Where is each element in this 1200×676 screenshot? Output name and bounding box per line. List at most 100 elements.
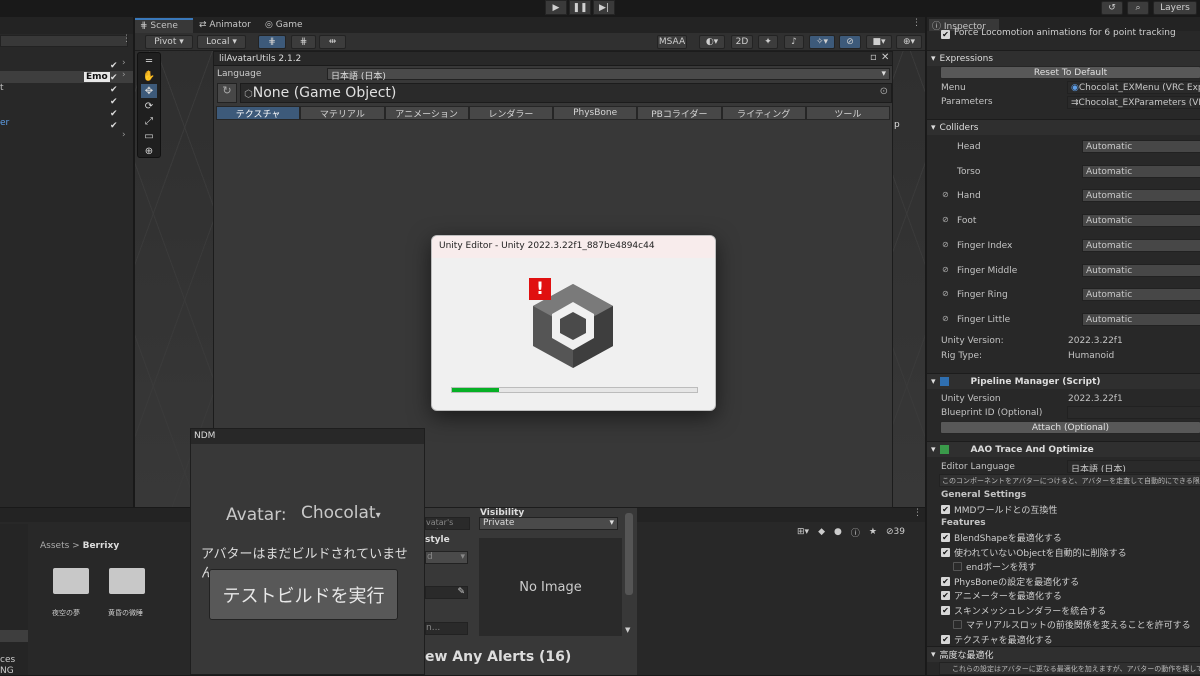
avatar-dropdown[interactable]: Chocolat▾	[301, 503, 389, 521]
feature-checkbox[interactable]: ✔	[941, 605, 950, 615]
label-icon[interactable]: ◆	[818, 527, 825, 537]
pivot-dropdown[interactable]: Pivot ▾	[145, 35, 193, 49]
style-dropdown[interactable]: d ▾	[425, 551, 468, 564]
msaa-button[interactable]: MSAA	[657, 35, 687, 49]
pencil-icon[interactable]: ✎	[457, 587, 465, 597]
scroll-down-icon[interactable]: ▼	[625, 626, 630, 634]
gizmos-dropdown[interactable]: ⊕▾	[896, 35, 922, 49]
avatar-put-field[interactable]: vatar's put	[425, 517, 470, 530]
feature-checkbox[interactable]: ✔	[941, 634, 950, 644]
lil-close-icon[interactable]: ✕	[881, 52, 889, 63]
pipeline-manager-header[interactable]: ▾ Pipeline Manager (Script)	[927, 373, 1200, 389]
tab-animator[interactable]: ⇄ Animator	[196, 18, 258, 33]
move-tool-icon[interactable]: ✥	[141, 84, 157, 98]
rect-tool-icon[interactable]: ▭	[141, 129, 157, 143]
star-icon[interactable]: ★	[869, 527, 877, 537]
tab-scene[interactable]: ⋕ Scene	[135, 18, 193, 33]
blueprint-id-field[interactable]	[1067, 406, 1200, 419]
increment-snap-button[interactable]: ⋕	[291, 35, 316, 49]
info-icon[interactable]: ⓘ	[851, 526, 860, 539]
visibility-check-icons[interactable]: ✔ ✔ ✔ ✔ ✔ ✔	[110, 60, 120, 132]
feature-checkbox[interactable]: ✔	[941, 576, 950, 586]
test-build-button[interactable]: テストビルドを実行	[209, 569, 398, 620]
mmd-checkbox[interactable]: ✔	[941, 505, 950, 514]
feature-checkbox[interactable]: ✔	[941, 533, 950, 542]
mode-2d-button[interactable]: 2D	[731, 35, 753, 49]
n-field[interactable]: n...	[425, 622, 468, 635]
collider-dropdown[interactable]: Automatic	[1082, 189, 1200, 203]
collider-dropdown[interactable]: Automatic	[1082, 140, 1200, 153]
transform-tool-icon[interactable]: ⊕	[141, 144, 157, 158]
collider-dropdown[interactable]: Automatic	[1082, 312, 1200, 326]
refresh-button[interactable]: ↻	[217, 83, 237, 103]
menu-field[interactable]: ◉Chocolat_EXMenu (VRC Expre	[1067, 81, 1200, 94]
audio-toggle[interactable]: ♪	[784, 35, 804, 49]
reset-to-default-button[interactable]: Reset To Default	[940, 66, 1200, 79]
feature-checkbox[interactable]: ✔	[941, 591, 950, 600]
object-picker-icon[interactable]: ⊙	[880, 86, 888, 97]
scene-more-icon[interactable]: ⋮	[912, 18, 921, 28]
hand-tool-icon[interactable]: ✋	[141, 69, 157, 83]
effects-dropdown[interactable]: ✧▾	[809, 35, 835, 49]
camera-dropdown[interactable]: ■▾	[866, 35, 892, 49]
force-locomotion-checkbox[interactable]: ✔	[941, 30, 950, 39]
game-object-field[interactable]: ⬡None (Game Object) ⊙	[240, 83, 892, 103]
draw-mode-dropdown[interactable]: ◐▾	[699, 35, 725, 49]
expand-arrows[interactable]: ⋮ › › ›	[122, 33, 131, 141]
collider-dropdown[interactable]: Automatic	[1082, 263, 1200, 277]
scene-icon[interactable]: ⊞▾	[797, 527, 809, 537]
collider-dropdown[interactable]: Automatic	[1082, 238, 1200, 252]
lil-tab-3[interactable]: レンダラー	[468, 106, 553, 120]
play-button[interactable]: ▶	[545, 0, 567, 15]
align-button[interactable]: ⇹	[319, 35, 346, 49]
rotate-tool-icon[interactable]: ⟳	[141, 99, 157, 113]
expressions-header[interactable]: ▾ Expressions	[927, 50, 1200, 66]
lil-tab-4[interactable]: PhysBone	[553, 106, 638, 120]
feature-checkbox[interactable]: ✔	[941, 547, 950, 557]
language-dropdown[interactable]: 日本語 (日本) ▾	[327, 68, 890, 82]
visibility-dropdown[interactable]: Private ▾	[479, 517, 618, 530]
lil-tab-1[interactable]: マテリアル	[300, 106, 385, 120]
alerts-label[interactable]: ew Any Alerts (16)	[425, 649, 571, 665]
lil-tab-6[interactable]: ライティング	[721, 106, 806, 120]
editor-language-field[interactable]: 日本語 (日本)	[1067, 460, 1200, 473]
pin-icon[interactable]: ●	[834, 527, 842, 537]
feature-checkbox[interactable]	[953, 620, 962, 629]
hierarchy-item-label[interactable]: Emo	[84, 72, 110, 82]
aao-header[interactable]: ▾ AAO Trace And Optimize	[927, 441, 1200, 457]
grid-snap-button[interactable]: ⋕	[258, 35, 286, 49]
layers-dropdown[interactable]: Layers	[1153, 1, 1197, 15]
alert-icon: !	[529, 278, 551, 300]
hierarchy-search[interactable]	[0, 35, 128, 47]
lighting-toggle[interactable]: ✦	[758, 35, 778, 49]
lil-maximize-icon[interactable]: ▫	[870, 52, 877, 63]
edit-field[interactable]: ✎	[425, 586, 468, 599]
local-dropdown[interactable]: Local ▾	[197, 35, 246, 49]
folder-item-1[interactable]	[53, 568, 89, 598]
lil-tab-7[interactable]: ツール	[805, 106, 890, 120]
lil-tab-0[interactable]: テクスチャ	[216, 106, 301, 120]
pause-button[interactable]: ❚❚	[569, 0, 591, 15]
attach-button[interactable]: Attach (Optional)	[940, 421, 1200, 434]
step-button[interactable]: ▶|	[593, 0, 615, 15]
lil-tab-2[interactable]: アニメーション	[384, 106, 469, 120]
scrollbar-thumb[interactable]	[625, 513, 633, 595]
advanced-header[interactable]: ▾ 高度な最適化	[927, 646, 1200, 662]
folder-item-2[interactable]	[109, 568, 145, 598]
scene-visibility-toggle[interactable]: ⊘	[839, 35, 861, 49]
lil-tab-5[interactable]: PBコライダー	[637, 106, 722, 120]
search-button[interactable]: ⌕	[1127, 1, 1149, 15]
collider-dropdown[interactable]: Automatic	[1082, 288, 1200, 302]
tab-game[interactable]: ◎ Game	[262, 18, 312, 33]
eye-icon[interactable]: ⊘39	[886, 527, 905, 537]
collider-dropdown[interactable]: Automatic	[1082, 214, 1200, 228]
feature-checkbox[interactable]	[953, 562, 962, 571]
panel-more-icon[interactable]: ⋮	[913, 508, 922, 518]
collider-dropdown[interactable]: Automatic	[1082, 164, 1200, 178]
project-sidebar-selected[interactable]	[0, 630, 28, 642]
parameters-field[interactable]: ⇉Chocolat_EXParameters (VRC	[1067, 96, 1200, 109]
history-button[interactable]: ↺	[1101, 1, 1123, 15]
rig-type-value: Humanoid	[1068, 351, 1115, 361]
colliders-header[interactable]: ▾ Colliders	[927, 119, 1200, 135]
scale-tool-icon[interactable]: ⤢	[141, 114, 157, 128]
